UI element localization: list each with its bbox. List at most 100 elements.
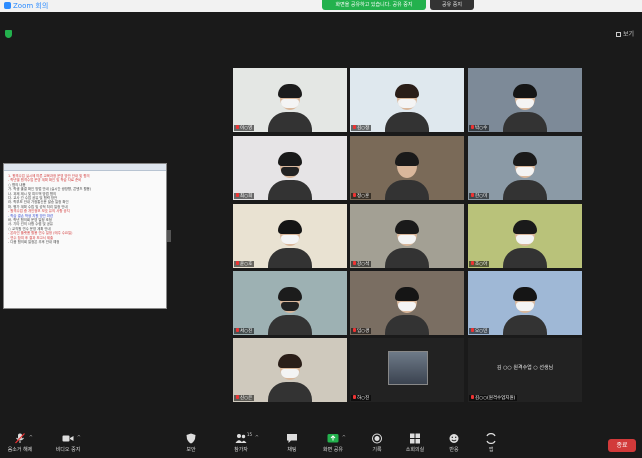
participant-name: 김○정 <box>351 125 372 131</box>
participant-figure <box>385 220 429 268</box>
face-mask <box>398 302 416 311</box>
muted-mic-icon <box>236 193 239 197</box>
participant-name-tile[interactable]: 김 ○○ 원격수업 ○ 선생님김○○(원격수업지원) <box>468 338 582 402</box>
unmute-button[interactable]: ^ 음소거 해제 <box>3 433 37 453</box>
chevron-up-icon[interactable]: ^ <box>255 435 259 441</box>
participant-name: 하○진 <box>351 395 372 401</box>
participant-video-tile[interactable]: 서○진 <box>233 271 347 335</box>
document-line: - 다음 협의회 일정은 추후 안내 예정 <box>8 240 60 245</box>
participant-video-tile[interactable]: 강○석 <box>350 204 464 268</box>
muted-mic-icon <box>236 328 239 332</box>
face-mask <box>281 99 299 108</box>
sharing-status-banner: 화면을 공유하고 있습니다. 공유 중지 <box>322 0 426 10</box>
record-icon <box>371 433 383 444</box>
face-mask <box>281 369 299 378</box>
participant-hair <box>278 354 302 368</box>
app-title: Zoom 회의 <box>4 1 48 11</box>
participant-body <box>385 315 429 335</box>
resize-handle[interactable] <box>167 230 171 242</box>
record-button[interactable]: 기록 <box>369 433 385 453</box>
participant-video-tile[interactable]: 오○민 <box>468 271 582 335</box>
participant-figure <box>268 84 312 132</box>
apps-button[interactable]: 앱 <box>484 432 498 453</box>
chat-bubble-icon <box>286 433 298 444</box>
muted-mic-icon <box>236 125 239 129</box>
participant-hair <box>513 287 537 301</box>
chevron-up-icon[interactable]: ^ <box>29 435 33 441</box>
participant-body <box>385 112 429 132</box>
muted-mic-icon <box>236 261 239 265</box>
share-screen-button[interactable]: ^ 화면 공유 <box>318 433 348 453</box>
grid-icon <box>615 32 621 37</box>
participant-name: 박○수 <box>469 125 490 131</box>
muted-mic-icon <box>236 395 239 399</box>
participant-hair <box>395 152 419 166</box>
participant-video-tile[interactable]: 조○아 <box>468 204 582 268</box>
participant-body <box>268 248 312 268</box>
participant-figure <box>503 84 547 132</box>
face-mask <box>281 302 299 311</box>
security-button[interactable]: 보안 <box>183 433 199 453</box>
participant-body <box>503 180 547 200</box>
participant-body <box>385 180 429 200</box>
participant-video-tile[interactable]: 임○경 <box>350 271 464 335</box>
participant-video-tile[interactable]: 신○은 <box>233 338 347 402</box>
participant-name: 조○아 <box>469 261 490 267</box>
reactions-button[interactable]: 반응 <box>446 433 462 453</box>
participant-figure <box>385 84 429 132</box>
view-button[interactable]: 보기 <box>615 29 634 38</box>
muted-mic-icon <box>353 193 356 197</box>
participant-video-tile[interactable]: 윤○호 <box>233 204 347 268</box>
breakout-rooms-icon <box>409 433 421 444</box>
participant-video-tile[interactable]: 최○희 <box>233 136 347 200</box>
end-meeting-button[interactable]: 종료 <box>608 439 636 452</box>
participant-figure <box>503 220 547 268</box>
profile-photo <box>388 351 428 385</box>
stop-share-button[interactable]: 공유 중지 <box>430 0 474 10</box>
participants-button[interactable]: 15 ^ 참가자 <box>228 432 259 453</box>
participant-name: 오○민 <box>469 328 490 334</box>
chat-button[interactable]: 채팅 <box>284 433 300 453</box>
participant-video-tile[interactable]: 정○훈 <box>350 136 464 200</box>
face-mask <box>516 235 534 244</box>
participant-body <box>503 248 547 268</box>
participant-body <box>268 180 312 200</box>
participant-video-tile[interactable]: 한○미 <box>468 136 582 200</box>
muted-mic-icon <box>353 261 356 265</box>
participant-hair <box>278 220 302 234</box>
participant-photo-tile[interactable]: 하○진 <box>350 338 464 402</box>
participant-video-tile[interactable]: 박○수 <box>468 68 582 132</box>
participant-name: 김○○(원격수업지원) <box>469 395 518 401</box>
chevron-up-icon[interactable]: ^ <box>77 435 81 441</box>
participant-name: 서○진 <box>234 328 255 334</box>
muted-mic-icon <box>471 261 474 265</box>
participant-body <box>268 382 312 402</box>
meeting-toolbar: ^ 음소거 해제 ^ 비디오 중지 보안 15 ^ 참가자 채팅 ^ 화면 공유… <box>0 430 642 458</box>
face-mask <box>398 235 416 244</box>
face-mask <box>281 167 299 176</box>
participant-video-tile[interactable]: 김○정 <box>350 68 464 132</box>
muted-mic-icon <box>353 125 356 129</box>
apps-icon <box>485 432 497 445</box>
participant-figure <box>268 220 312 268</box>
document-body: 1. 원격수업 실시에 따른 교육과정 운영 방안 안내 및 협의 - 학년별 … <box>4 171 166 248</box>
participant-figure <box>503 152 547 200</box>
participant-figure <box>385 152 429 200</box>
participant-video-tile[interactable]: 이○영 <box>233 68 347 132</box>
breakout-rooms-button[interactable]: 소회의실 <box>403 433 427 453</box>
participant-display-name: 김 ○○ 원격수업 ○ 선생님 <box>496 365 554 371</box>
face-mask <box>516 99 534 108</box>
participant-name: 강○석 <box>351 261 372 267</box>
face-mask <box>516 302 534 311</box>
title-bar: Zoom 회의 화면을 공유하고 있습니다. 공유 중지 공유 중지 <box>0 0 642 12</box>
security-shield-icon[interactable] <box>5 30 12 38</box>
shared-document: 1. 원격수업 실시에 따른 교육과정 운영 방안 안내 및 협의 - 학년별 … <box>3 163 167 309</box>
shield-icon <box>185 433 197 444</box>
face-mask <box>516 167 534 176</box>
participant-hair <box>395 84 419 98</box>
chevron-up-icon[interactable]: ^ <box>342 435 346 441</box>
stop-video-button[interactable]: ^ 비디오 중지 <box>51 433 85 453</box>
participant-body <box>385 248 429 268</box>
participant-body <box>503 315 547 335</box>
participant-name: 신○은 <box>234 395 255 401</box>
